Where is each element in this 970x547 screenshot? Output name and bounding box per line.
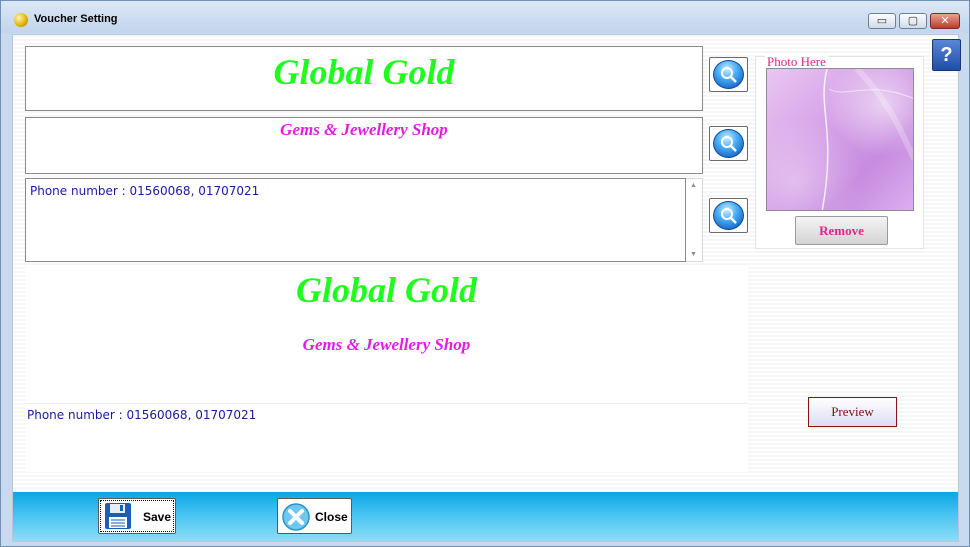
voucher-setting-window: Voucher Setting ▭ ▢ ✕ Global Gold Gems &… (0, 0, 970, 547)
minimize-button[interactable]: ▭ (868, 13, 896, 29)
save-button[interactable]: Save (98, 498, 176, 534)
preview-divider (25, 403, 748, 404)
maximize-button[interactable]: ▢ (899, 13, 927, 29)
address-scrollbar[interactable]: ▲ ▼ (686, 178, 703, 262)
close-icon (282, 503, 310, 531)
preview-company-tagline: Gems & Jewellery Shop (302, 335, 471, 354)
remove-photo-button[interactable]: Remove (795, 216, 888, 245)
title-bar[interactable]: Voucher Setting ▭ ▢ ✕ (1, 1, 969, 33)
window-title: Voucher Setting (34, 13, 118, 25)
save-label: Save (143, 510, 172, 524)
preview-company-name: Global Gold (295, 270, 477, 310)
tagline-font-button[interactable] (709, 126, 748, 161)
voucher-preview: Global Gold Gems & Jewellery Shop Phone … (25, 267, 748, 472)
address-text: Phone number : 01560068, 01707021 (30, 184, 260, 198)
magnifier-icon (721, 136, 737, 152)
company-name-text: Global Gold (273, 52, 455, 92)
floppy-disk-icon (105, 503, 131, 529)
close-button[interactable]: Close (277, 498, 352, 534)
company-name-textbox[interactable]: Global Gold (25, 46, 703, 111)
photo-image[interactable] (766, 68, 914, 211)
photo-swirl-decoration (821, 69, 913, 210)
company-name-font-button[interactable] (709, 57, 748, 92)
app-icon (14, 13, 28, 27)
preview-address-text: Phone number : 01560068, 01707021 (27, 408, 257, 422)
help-button[interactable]: ? (932, 39, 961, 71)
scroll-down-icon[interactable]: ▼ (690, 251, 697, 258)
company-tagline-text: Gems & Jewellery Shop (280, 120, 448, 139)
address-textbox[interactable]: Phone number : 01560068, 01707021 (25, 178, 686, 262)
close-label: Close (315, 510, 348, 524)
magnifier-icon (721, 67, 737, 83)
company-tagline-textbox[interactable]: Gems & Jewellery Shop (25, 117, 703, 174)
preview-button[interactable]: Preview (808, 397, 897, 427)
photo-panel: Photo Here Remove (755, 54, 924, 249)
address-font-button[interactable] (709, 198, 748, 233)
client-area: Global Gold Gems & Jewellery Shop Phone … (12, 34, 959, 542)
close-window-button[interactable]: ✕ (930, 13, 960, 29)
scroll-up-icon[interactable]: ▲ (690, 182, 697, 189)
footer-bar: Save Close (13, 492, 958, 541)
magnifier-icon (721, 208, 737, 224)
